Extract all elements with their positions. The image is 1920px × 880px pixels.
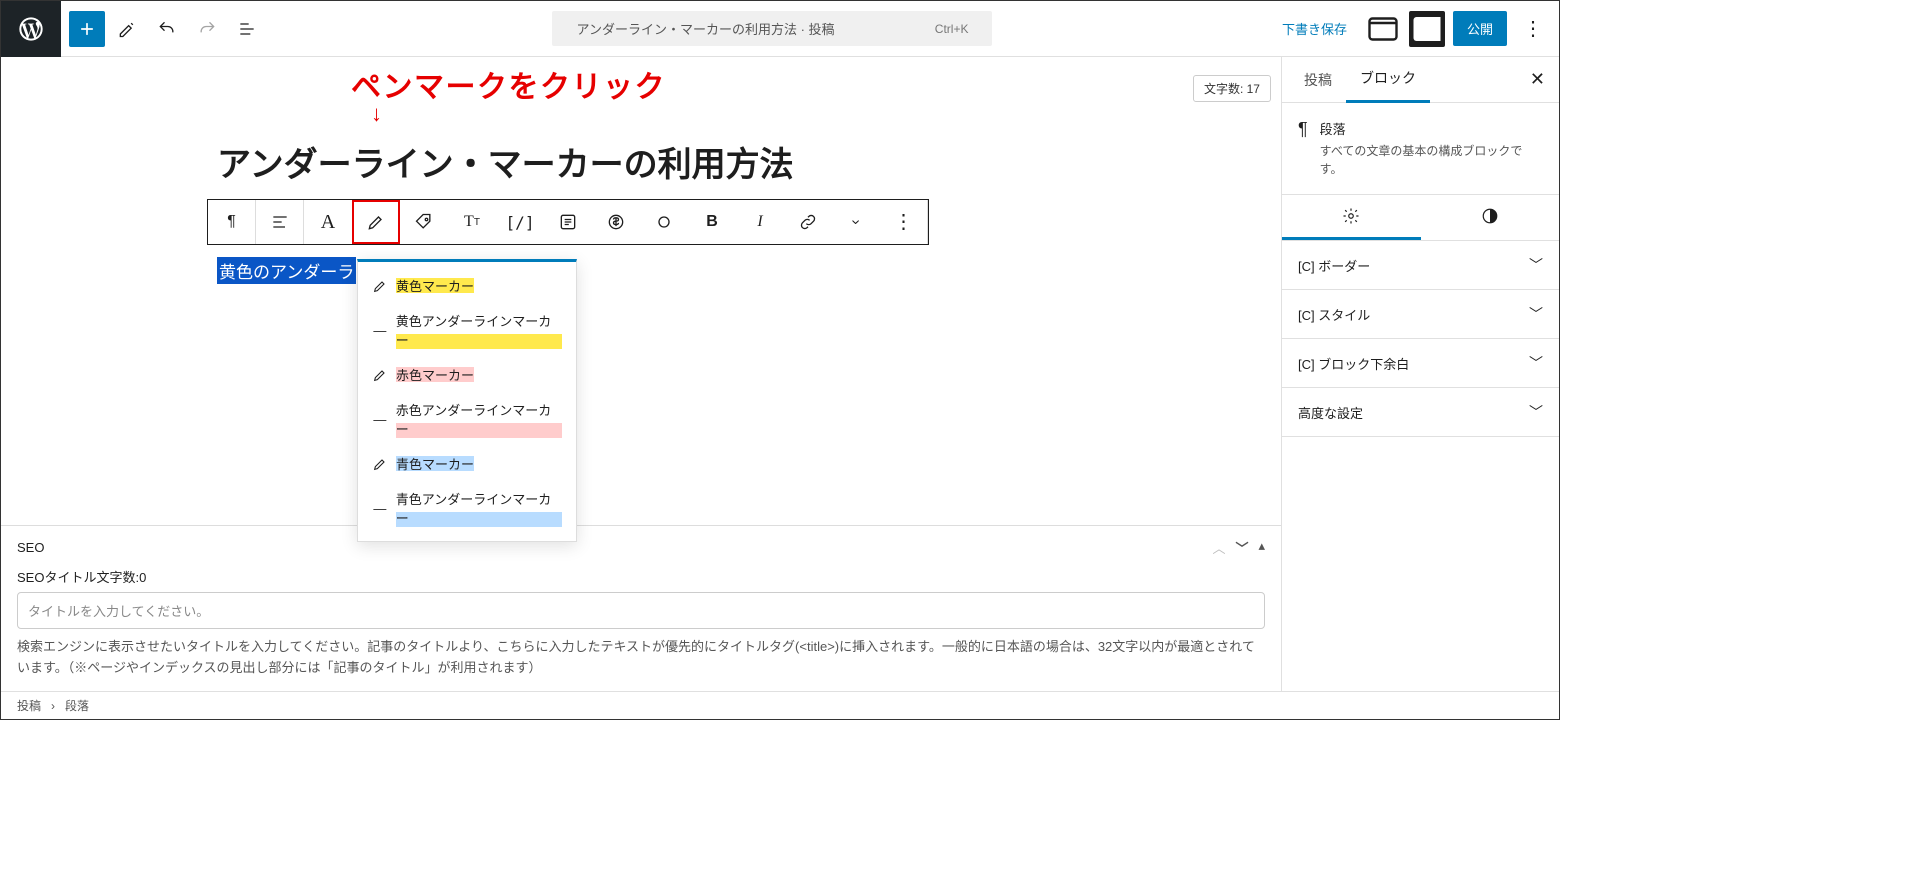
breadcrumb-root[interactable]: 投稿 [17,697,41,714]
chevron-down-icon: ﹀ [1529,304,1543,324]
paragraph-icon: ¶ [1298,119,1308,178]
tab-block[interactable]: ブロック [1346,56,1430,103]
seo-title-input[interactable]: タイトルを入力してください。 [17,592,1265,629]
undo-button[interactable] [149,11,185,47]
seo-title-count: SEOタイトル文字数:0 [17,567,1265,586]
more-options-button[interactable]: ⋮ [1515,11,1551,47]
editor-area: ペンマークをクリック ↓ 文字数: 17 アンダーライン・マーカーの利用方法 ¶… [1,57,1281,691]
post-title[interactable]: アンダーライン・マーカーの利用方法 [217,137,1081,186]
section-border[interactable]: [C] ボーダー﹀ [1282,241,1559,290]
pen-icon [372,456,388,472]
marker-option-blue[interactable]: 青色マーカー [358,446,576,481]
breadcrumb-current: 段落 [65,697,89,714]
circle-button[interactable] [640,200,688,244]
marker-label: 青色アンダーラインマーカー [396,489,562,527]
annotation-text: ペンマークをクリック [351,62,666,106]
redo-button[interactable] [189,11,225,47]
seo-prev-icon[interactable]: ︿ [1212,538,1225,557]
marker-label: 赤色アンダーラインマーカー [396,400,562,438]
bold-button[interactable]: B [688,200,736,244]
seo-panel: SEO ︿ ﹀ ▴ SEOタイトル文字数:0 タイトルを入力してください。 検索… [1,525,1281,691]
details-button[interactable] [544,200,592,244]
section-margin[interactable]: [C] ブロック下余白﹀ [1282,339,1559,388]
paragraph-block-icon[interactable]: ¶ [208,200,256,244]
block-info: ¶ 段落 すべての文章の基本の構成ブロックです。 [1282,103,1559,195]
publish-button[interactable]: 公開 [1453,11,1507,46]
close-sidebar-button[interactable]: ✕ [1524,63,1551,96]
edit-tools-button[interactable] [109,11,145,47]
section-advanced[interactable]: 高度な設定﹀ [1282,388,1559,437]
chevron-down-icon: ﹀ [1529,402,1543,422]
seo-next-icon[interactable]: ﹀ [1235,538,1248,557]
marker-option-blue-underline[interactable]: — 青色アンダーラインマーカー [358,481,576,535]
block-name: 段落 [1320,119,1543,138]
styles-tab[interactable] [1421,195,1560,240]
link-button[interactable] [784,200,832,244]
line-icon: — [372,322,388,338]
seo-heading: SEO [17,540,44,555]
more-rich-text-button[interactable]: › [832,200,880,244]
marker-option-yellow[interactable]: 黄色マーカー [358,268,576,303]
marker-label: 赤色マーカー [396,365,474,384]
document-title-bar[interactable]: アンダーライン・マーカーの利用方法 · 投稿 Ctrl+K [552,11,992,46]
highlight-pen-button[interactable] [352,200,400,244]
block-more-options-button[interactable]: ⋮ [880,200,928,244]
chevron-down-icon: ﹀ [1529,353,1543,373]
seo-collapse-icon[interactable]: ▴ [1258,538,1265,557]
document-title-text: アンダーライン・マーカーの利用方法 · 投稿 [576,19,834,38]
align-button[interactable] [256,200,304,244]
text-appearance-button[interactable]: A [304,200,352,244]
selected-paragraph-text[interactable]: 黄色のアンダーラ [217,257,356,284]
topbar: アンダーライン・マーカーの利用方法 · 投稿 Ctrl+K 下書き保存 公開 ⋮ [1,1,1559,57]
seo-help-text: 検索エンジンに表示させたいタイトルを入力してください。記事のタイトルより、こちら… [17,637,1265,679]
marker-dropdown: 黄色マーカー — 黄色アンダーラインマーカー 赤色マーカー — 赤色アンダーラインマ… [357,259,577,542]
tab-post[interactable]: 投稿 [1290,58,1346,102]
marker-label: 黄色アンダーラインマーカー [396,311,562,349]
document-outline-button[interactable] [229,11,265,47]
settings-sidebar-button[interactable] [1409,11,1445,47]
marker-label: 青色マーカー [396,454,474,473]
view-button[interactable] [1365,11,1401,47]
section-style[interactable]: [C] スタイル﹀ [1282,290,1559,339]
pen-icon [372,278,388,294]
tag-button[interactable] [400,200,448,244]
line-icon: — [372,500,388,516]
font-size-button[interactable]: TT [448,200,496,244]
italic-button[interactable]: I [736,200,784,244]
pen-icon [372,367,388,383]
chevron-down-icon: ﹀ [1529,255,1543,275]
marker-option-red-underline[interactable]: — 赤色アンダーラインマーカー [358,392,576,446]
block-description: すべての文章の基本の構成ブロックです。 [1320,142,1543,178]
chevron-right-icon: › [51,699,55,713]
marker-option-yellow-underline[interactable]: — 黄色アンダーラインマーカー [358,303,576,357]
currency-button[interactable] [592,200,640,244]
line-icon: — [372,411,388,427]
word-count-badge: 文字数: 17 [1193,75,1271,102]
block-toolbar: ¶ A TT [/] B I › ⋮ [207,199,929,245]
save-draft-button[interactable]: 下書き保存 [1272,13,1357,44]
settings-tab[interactable] [1282,195,1421,240]
add-block-button[interactable] [69,11,105,47]
settings-sidebar: 投稿 ブロック ✕ ¶ 段落 すべての文章の基本の構成ブロックです。 [C] ボ… [1281,57,1559,691]
wordpress-logo[interactable] [1,1,61,57]
marker-option-red[interactable]: 赤色マーカー [358,357,576,392]
marker-label: 黄色マーカー [396,276,474,295]
command-shortcut: Ctrl+K [935,22,969,36]
shortcode-button[interactable]: [/] [496,200,544,244]
annotation-arrow-icon: ↓ [371,101,382,127]
block-breadcrumb: 投稿 › 段落 [1,691,1559,719]
